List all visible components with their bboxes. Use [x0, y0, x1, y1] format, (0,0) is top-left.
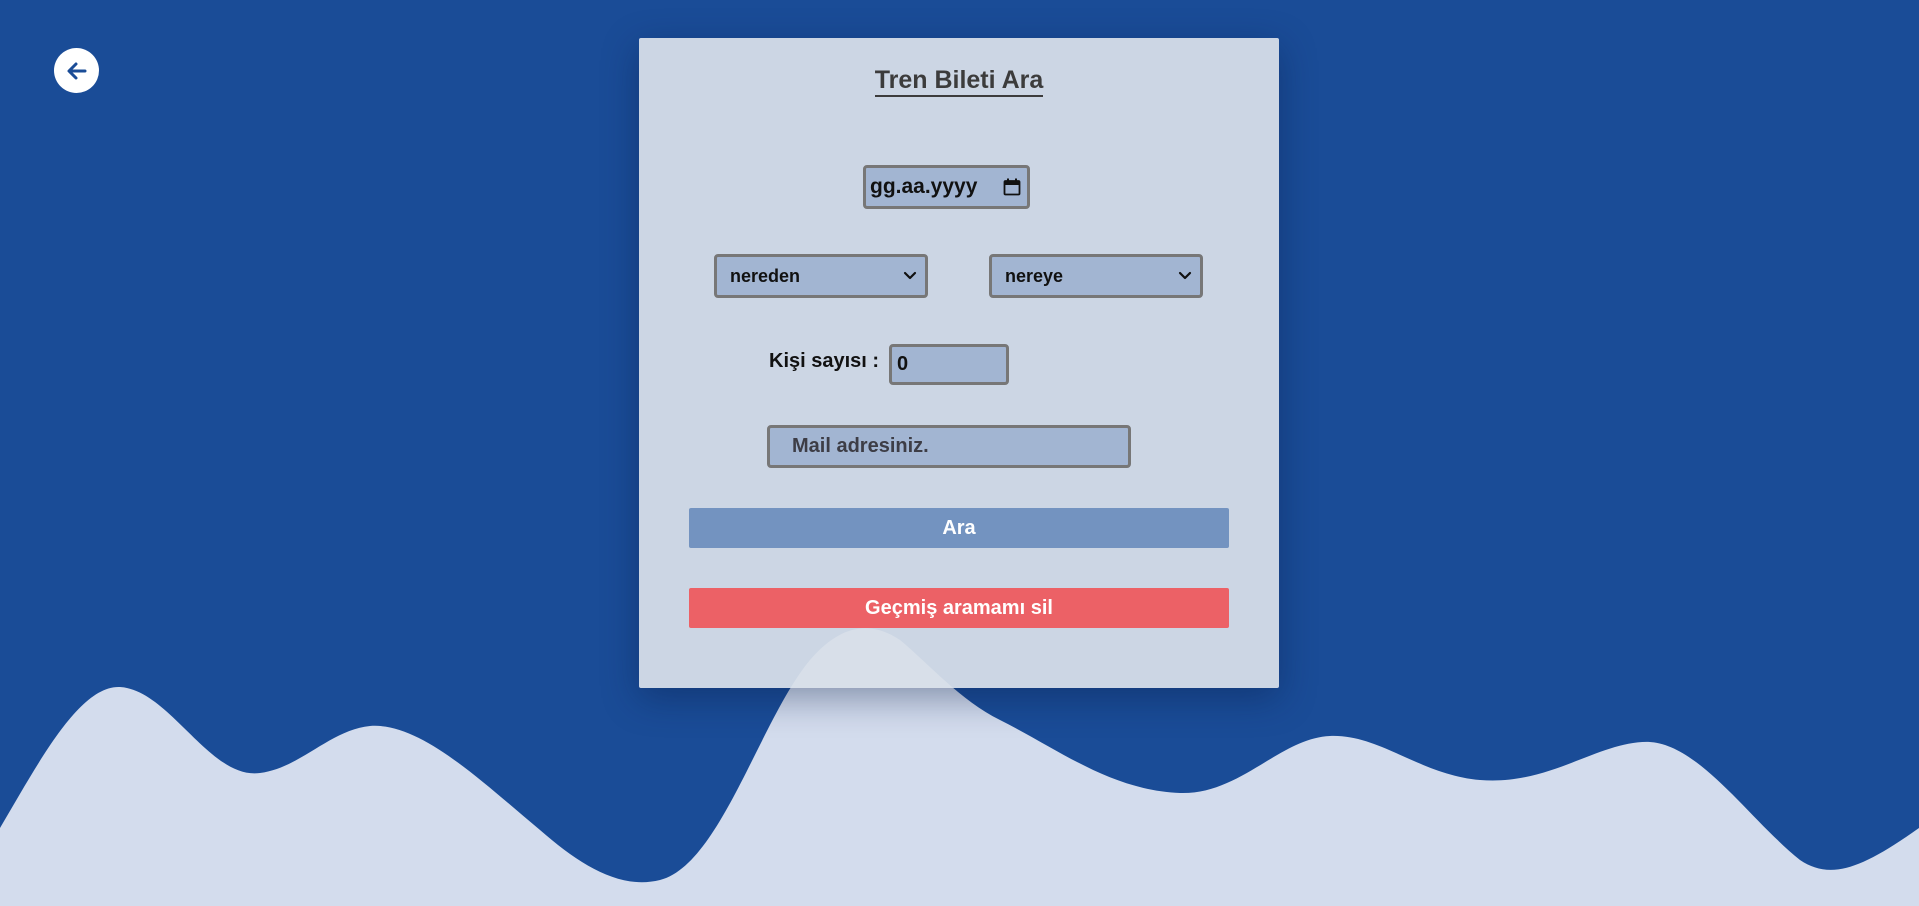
calendar-icon[interactable] — [1003, 178, 1021, 196]
passenger-count-input[interactable]: 0 — [889, 344, 1009, 385]
arrow-left-icon — [67, 62, 86, 79]
search-button[interactable]: Ara — [689, 508, 1229, 548]
search-card: Tren Bileti Ara gg.aa.yyyy nereden nerey… — [639, 38, 1279, 688]
from-select[interactable]: nereden — [714, 254, 928, 298]
email-placeholder: Mail adresiniz. — [792, 435, 929, 457]
page-title: Tren Bileti Ara — [639, 66, 1279, 97]
page-title-text: Tren Bileti Ara — [874, 66, 1044, 97]
date-input[interactable]: gg.aa.yyyy — [863, 165, 1030, 209]
chevron-down-icon — [1178, 271, 1192, 280]
passenger-count-value: 0 — [897, 353, 909, 375]
from-select-value: nereden — [730, 265, 801, 286]
date-placeholder: gg.aa.yyyy — [870, 175, 978, 198]
to-select[interactable]: nereye — [989, 254, 1203, 298]
to-select-value: nereye — [1005, 265, 1064, 286]
chevron-down-icon — [903, 271, 917, 280]
back-button[interactable] — [54, 48, 99, 93]
email-input[interactable]: Mail adresiniz. — [767, 425, 1131, 468]
passenger-count-label: Kişi sayısı : — [769, 350, 880, 372]
clear-history-button[interactable]: Geçmiş aramamı sil — [689, 588, 1229, 628]
